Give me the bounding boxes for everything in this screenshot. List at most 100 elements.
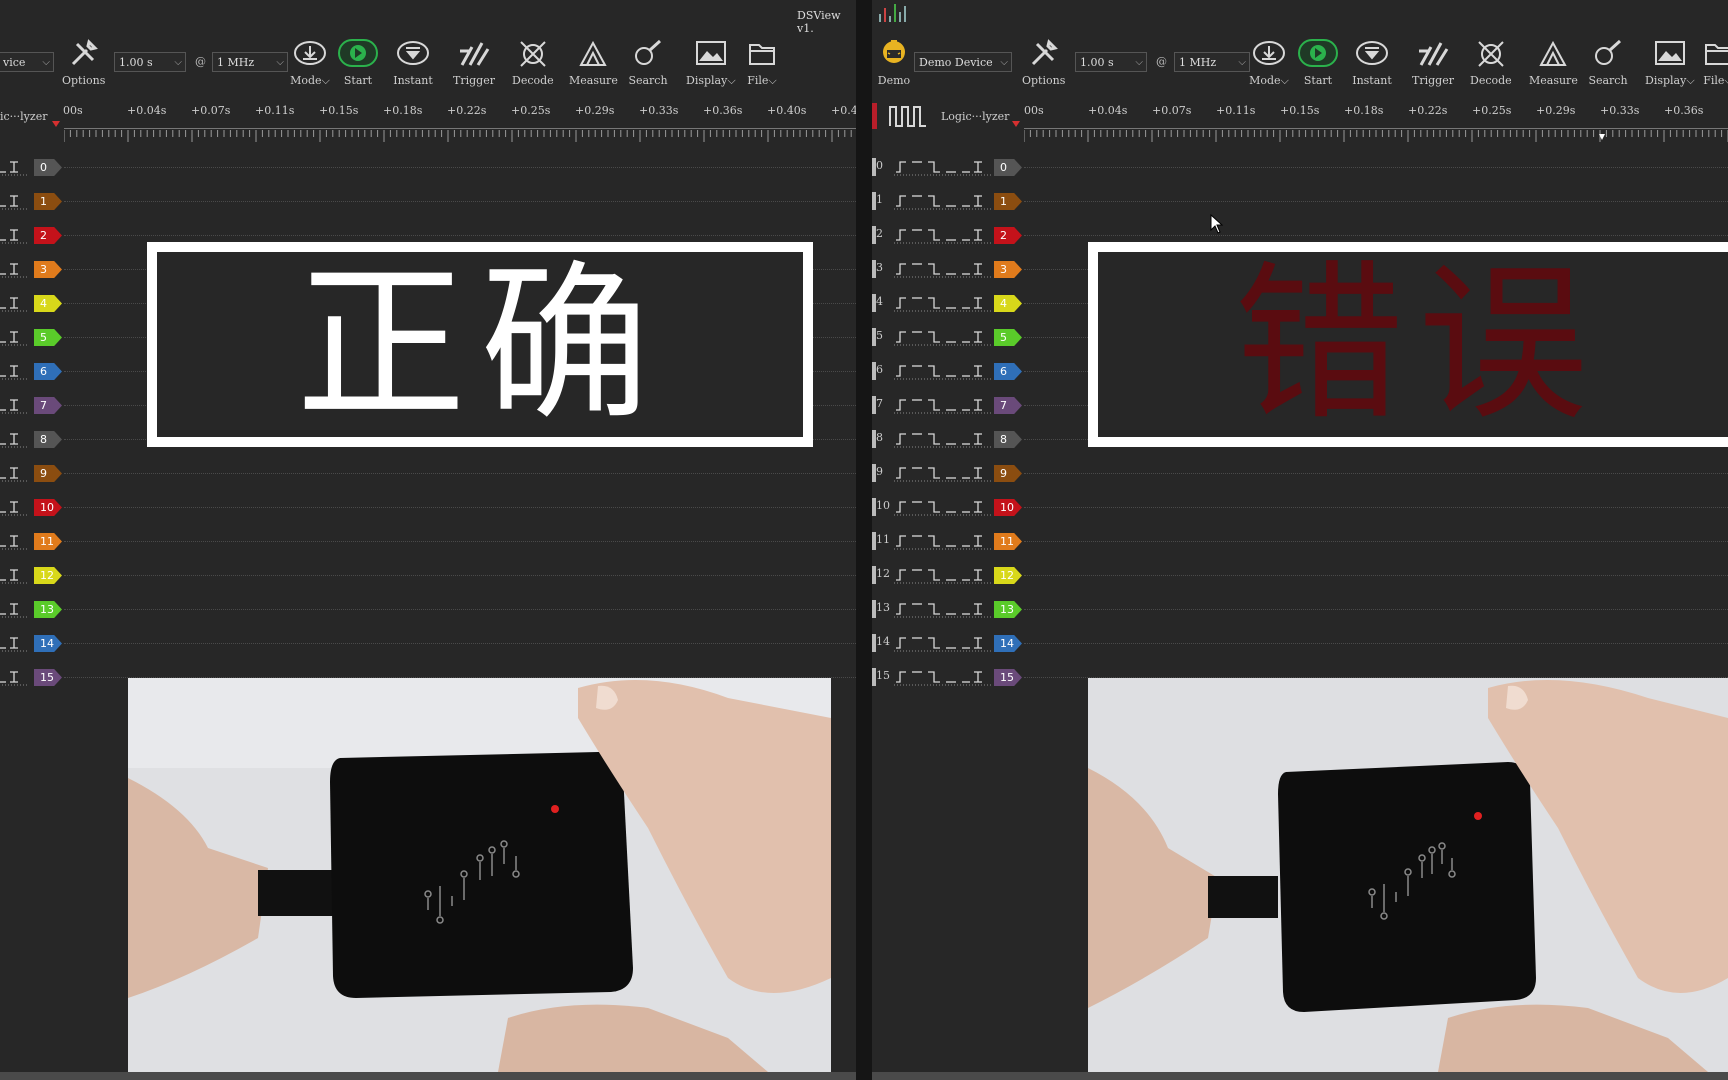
- options-button[interactable]: Options: [1022, 36, 1065, 87]
- trigger-options-icon[interactable]: [894, 192, 992, 214]
- search-button[interactable]: Search: [1588, 36, 1628, 87]
- trigger-options-icon[interactable]: [0, 532, 28, 554]
- channel-row[interactable]: 12 12: [872, 560, 1728, 590]
- horizontal-scrollbar[interactable]: [0, 1072, 856, 1080]
- channel-tag[interactable]: 5: [34, 329, 62, 346]
- trigger-options-icon[interactable]: [0, 328, 28, 350]
- channel-drag-handle[interactable]: [872, 668, 876, 686]
- trigger-options-icon[interactable]: [0, 566, 28, 588]
- channel-row[interactable]: 10 10: [872, 492, 1728, 522]
- channel-tag[interactable]: 15: [34, 669, 62, 686]
- channel-drag-handle[interactable]: [872, 396, 876, 414]
- channel-tag[interactable]: 4: [34, 295, 62, 312]
- trigger-options-icon[interactable]: [0, 362, 28, 384]
- channel-drag-handle[interactable]: [872, 192, 876, 210]
- channel-tag[interactable]: 1: [994, 193, 1022, 210]
- trigger-options-icon[interactable]: [894, 328, 992, 350]
- channel-row[interactable]: 1: [0, 186, 856, 216]
- channel-tag[interactable]: 0: [34, 159, 62, 176]
- channel-row[interactable]: 14: [0, 628, 856, 658]
- channel-drag-handle[interactable]: [872, 294, 876, 312]
- measure-button[interactable]: Measure: [1529, 36, 1578, 87]
- channel-tag[interactable]: 6: [34, 363, 62, 380]
- channel-drag-handle[interactable]: [872, 600, 876, 618]
- channel-drag-handle[interactable]: [872, 464, 876, 482]
- channel-tag[interactable]: 2: [34, 227, 62, 244]
- start-button[interactable]: Start: [338, 36, 378, 87]
- channel-row[interactable]: 10: [0, 492, 856, 522]
- channel-drag-handle[interactable]: [872, 430, 876, 448]
- trigger-options-icon[interactable]: [894, 226, 992, 248]
- trigger-options-icon[interactable]: [0, 192, 28, 214]
- channel-tag[interactable]: 14: [994, 635, 1022, 652]
- channel-tag[interactable]: 13: [34, 601, 62, 618]
- display-button[interactable]: Display⌵: [686, 36, 736, 88]
- channel-row[interactable]: 9: [0, 458, 856, 488]
- options-button[interactable]: Options: [62, 36, 105, 87]
- trigger-options-icon[interactable]: [0, 634, 28, 656]
- trigger-options-icon[interactable]: [894, 634, 992, 656]
- mode-button[interactable]: Mode⌵: [290, 36, 330, 88]
- trigger-options-icon[interactable]: [894, 532, 992, 554]
- channel-row[interactable]: 0: [0, 152, 856, 182]
- channel-row[interactable]: 13 13: [872, 594, 1728, 624]
- channel-tag[interactable]: 1: [34, 193, 62, 210]
- channel-row[interactable]: 11 11: [872, 526, 1728, 556]
- device-button[interactable]: Demo: [874, 36, 914, 87]
- file-button[interactable]: File⌵: [1698, 36, 1728, 88]
- channel-row[interactable]: 13: [0, 594, 856, 624]
- trigger-options-icon[interactable]: [894, 464, 992, 486]
- channel-tag[interactable]: 12: [34, 567, 62, 584]
- channel-tag[interactable]: 7: [994, 397, 1022, 414]
- duration-select[interactable]: 1.00 s ⌵: [114, 52, 186, 72]
- trigger-options-icon[interactable]: [0, 464, 28, 486]
- channel-drag-handle[interactable]: [872, 158, 876, 176]
- channel-drag-handle[interactable]: [872, 498, 876, 516]
- duration-select[interactable]: 1.00 s ⌵: [1075, 52, 1147, 72]
- channel-drag-handle[interactable]: [872, 532, 876, 550]
- channel-drag-handle[interactable]: [872, 226, 876, 244]
- trigger-options-icon[interactable]: [0, 668, 28, 690]
- channel-tag[interactable]: 15: [994, 669, 1022, 686]
- measure-button[interactable]: Measure: [569, 36, 618, 87]
- display-button[interactable]: Display⌵: [1645, 36, 1695, 88]
- channel-tag[interactable]: 10: [34, 499, 62, 516]
- instant-button[interactable]: Instant: [393, 36, 433, 87]
- channel-tag[interactable]: 14: [34, 635, 62, 652]
- trigger-options-icon[interactable]: [894, 430, 992, 452]
- channel-tag[interactable]: 2: [994, 227, 1022, 244]
- device-select[interactable]: vice ⌵: [0, 52, 54, 72]
- trigger-options-icon[interactable]: [894, 362, 992, 384]
- channel-tag[interactable]: 9: [34, 465, 62, 482]
- channel-drag-handle[interactable]: [872, 566, 876, 584]
- trigger-options-icon[interactable]: [894, 294, 992, 316]
- channel-tag[interactable]: 3: [994, 261, 1022, 278]
- channel-tag[interactable]: 3: [34, 261, 62, 278]
- channel-row[interactable]: 14 14: [872, 628, 1728, 658]
- channel-row[interactable]: 99: [872, 458, 1728, 488]
- trigger-options-icon[interactable]: [0, 498, 28, 520]
- file-button[interactable]: File⌵: [742, 36, 782, 88]
- channel-tag[interactable]: 13: [994, 601, 1022, 618]
- channel-row[interactable]: 12: [0, 560, 856, 590]
- channel-row[interactable]: 00: [872, 152, 1728, 182]
- channel-row[interactable]: 11: [0, 526, 856, 556]
- channel-tag[interactable]: 0: [994, 159, 1022, 176]
- device-select[interactable]: Demo Device ⌵: [914, 52, 1012, 72]
- decode-button[interactable]: Decode: [1470, 36, 1512, 87]
- trigger-button[interactable]: Trigger: [1412, 36, 1454, 87]
- horizontal-scrollbar[interactable]: [872, 1072, 1728, 1080]
- channel-tag[interactable]: 6: [994, 363, 1022, 380]
- rate-select[interactable]: 1 MHz ⌵: [212, 52, 288, 72]
- trigger-options-icon[interactable]: [0, 260, 28, 282]
- trigger-options-icon[interactable]: [894, 260, 992, 282]
- trigger-options-icon[interactable]: [894, 158, 992, 180]
- trigger-options-icon[interactable]: [894, 668, 992, 690]
- trigger-options-icon[interactable]: [0, 226, 28, 248]
- channel-tag[interactable]: 7: [34, 397, 62, 414]
- decode-button[interactable]: Decode: [512, 36, 554, 87]
- trigger-options-icon[interactable]: [894, 600, 992, 622]
- trigger-options-icon[interactable]: [894, 566, 992, 588]
- channel-tag[interactable]: 11: [994, 533, 1022, 550]
- channel-tag[interactable]: 12: [994, 567, 1022, 584]
